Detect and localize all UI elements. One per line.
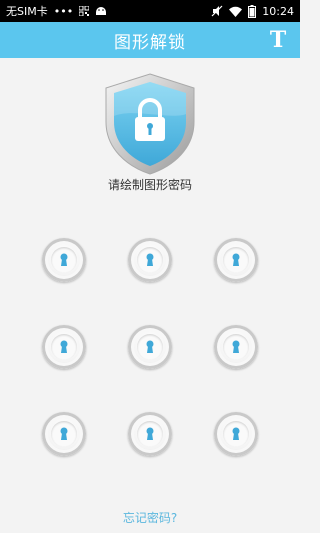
keyhole-icon [137, 421, 163, 447]
keyhole-icon [51, 421, 77, 447]
text-mode-button[interactable]: T [266, 24, 290, 56]
battery-icon [248, 4, 257, 18]
pattern-dot-9[interactable] [214, 412, 258, 456]
carrier-text: 无SIM卡 [6, 5, 48, 18]
keyhole-icon [137, 247, 163, 273]
android-icon [95, 6, 107, 16]
app-bar: 图形解锁 T [0, 22, 300, 58]
pattern-dot-3[interactable] [214, 238, 258, 282]
pattern-dot-4[interactable] [42, 325, 86, 369]
qr-code-icon [79, 6, 90, 16]
forgot-password-link[interactable]: 忘记密码? [0, 509, 300, 526]
mute-icon [211, 5, 223, 17]
notification-dots: ••• [53, 4, 74, 18]
keyhole-icon [223, 247, 249, 273]
keyhole-icon [51, 334, 77, 360]
page-title: 图形解锁 [114, 32, 186, 53]
pattern-dot-1[interactable] [42, 238, 86, 282]
pattern-dot-2[interactable] [128, 238, 172, 282]
status-bar: 无SIM卡 ••• 10:24 [0, 0, 300, 22]
pattern-dot-5[interactable] [128, 325, 172, 369]
keyhole-icon [223, 334, 249, 360]
pattern-dot-8[interactable] [128, 412, 172, 456]
keyhole-icon [51, 247, 77, 273]
pattern-dot-6[interactable] [214, 325, 258, 369]
keyhole-icon [137, 334, 163, 360]
pattern-dot-7[interactable] [42, 412, 86, 456]
draw-pattern-prompt: 请绘制图形密码 [107, 178, 192, 192]
shield-lock-icon [102, 72, 198, 176]
wifi-icon [229, 6, 243, 17]
keyhole-icon [223, 421, 249, 447]
clock-text: 10:24 [262, 4, 294, 18]
